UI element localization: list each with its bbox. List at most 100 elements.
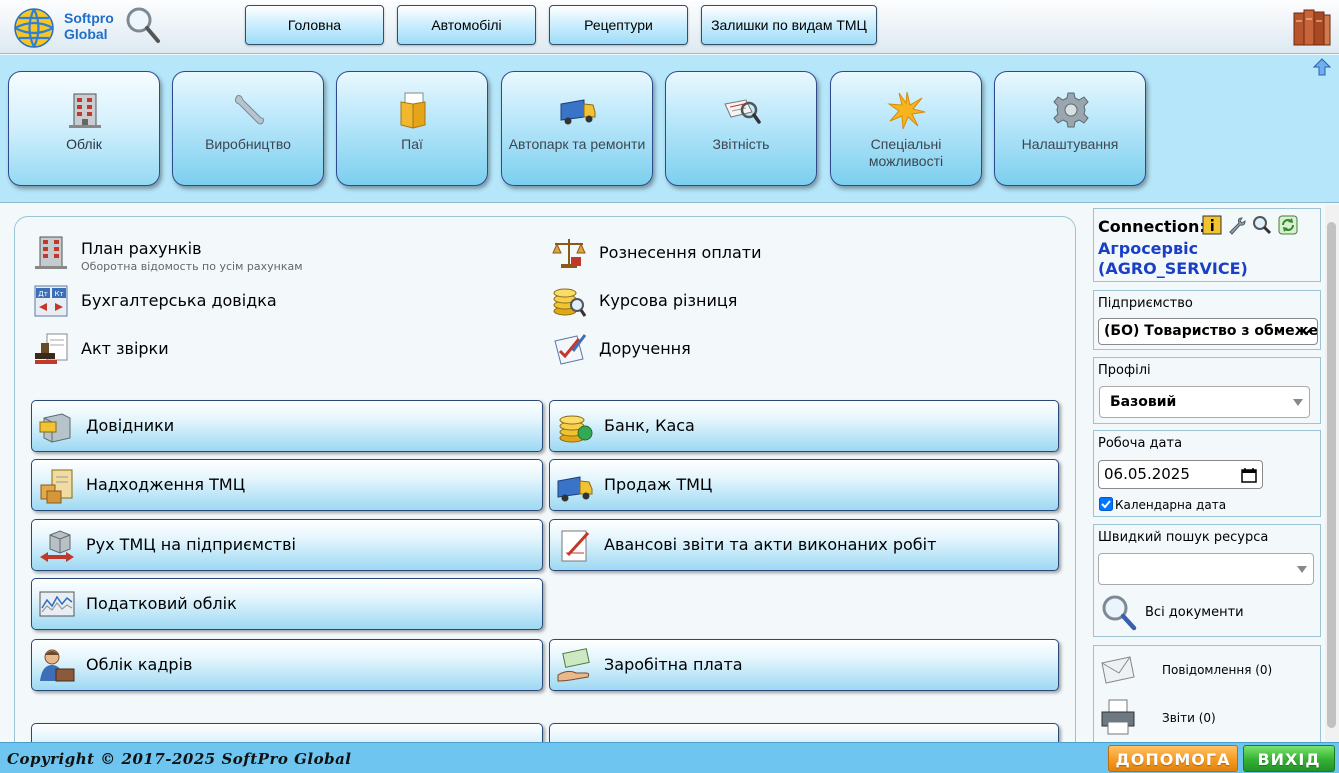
magnifier-logo-icon bbox=[126, 7, 160, 43]
link-title: Рознесення оплати bbox=[599, 243, 762, 262]
scales-icon bbox=[552, 239, 586, 268]
section-hr[interactable]: Облік кадрів bbox=[31, 639, 543, 691]
enterprise-select[interactable]: (БО) Товариство з обмеже bbox=[1098, 318, 1318, 345]
nav-cars[interactable]: Автомобілі bbox=[397, 5, 536, 45]
gear-icon bbox=[1053, 92, 1089, 128]
profile-value: Базовий bbox=[1110, 394, 1177, 410]
nav-home[interactable]: Головна bbox=[245, 5, 384, 45]
link-title: Доручення bbox=[599, 339, 691, 358]
quick-search-box: Швидкий пошук ресурса Всі документи bbox=[1093, 524, 1321, 637]
section-advance-reports[interactable]: Авансові звіти та акти виконаних робіт bbox=[549, 519, 1059, 571]
tile-special-features[interactable]: Спеціальні можливості bbox=[830, 71, 982, 186]
coins-magnifier-icon bbox=[553, 288, 587, 317]
profiles-label: Профілі bbox=[1098, 363, 1151, 378]
nav-stock-balances[interactable]: Залишки по видам ТМЦ bbox=[701, 5, 877, 45]
nav-recipes[interactable]: Рецептури bbox=[549, 5, 688, 45]
tile-label: Звітність bbox=[712, 136, 770, 152]
link-chart-of-accounts[interactable]: План рахунків Оборотна відомость по усім… bbox=[33, 233, 433, 273]
all-documents-search-icon[interactable] bbox=[1100, 593, 1138, 631]
enterprise-box: Підприємство (БО) Товариство з обмеже bbox=[1093, 290, 1321, 350]
books-icon[interactable] bbox=[1292, 7, 1332, 47]
link-power-of-attorney[interactable]: Доручення bbox=[551, 329, 951, 369]
section-tax-accounting[interactable]: Податковий облік bbox=[31, 578, 543, 630]
tile-label: Паї bbox=[401, 136, 423, 152]
calendar-date-checkbox[interactable] bbox=[1099, 497, 1113, 511]
scrollbar-thumb[interactable] bbox=[1327, 222, 1336, 728]
printer-icon[interactable] bbox=[1100, 698, 1136, 736]
work-date-box: Робоча дата 06.05.2025 Календарна дата bbox=[1093, 430, 1321, 517]
calendar-icon[interactable] bbox=[1241, 467, 1257, 483]
work-date-value: 06.05.2025 bbox=[1104, 465, 1190, 483]
help-button[interactable]: ДОПОМОГА bbox=[1108, 745, 1238, 772]
profile-select[interactable]: Базовий bbox=[1099, 386, 1310, 418]
section-goods-sales[interactable]: Продаж ТМЦ bbox=[549, 459, 1059, 511]
wrench-icon bbox=[234, 95, 265, 125]
messages-link[interactable]: Повідомлення (0) bbox=[1162, 662, 1272, 678]
link-exchange-difference[interactable]: Курсова різниця bbox=[551, 281, 951, 321]
copyright-text: Copyright © 2017-2025 SoftPro Global bbox=[7, 750, 352, 768]
top-bar: Softpro Global Головна Автомобілі Рецепт… bbox=[0, 0, 1339, 54]
link-title: Акт звірки bbox=[81, 339, 169, 358]
coins-icon bbox=[559, 415, 593, 443]
tile-fleet-repairs[interactable]: Автопарк та ремонти bbox=[501, 71, 653, 186]
tile-label: Облік bbox=[66, 136, 102, 152]
delivery-truck-icon bbox=[557, 476, 593, 502]
tile-label: Спеціальні можливості bbox=[868, 136, 944, 169]
tile-label: Налаштування bbox=[1021, 136, 1119, 152]
link-payment-allocation[interactable]: Рознесення оплати bbox=[551, 233, 951, 273]
enterprise-value: (БО) Товариство з обмеже bbox=[1104, 323, 1318, 339]
section-goods-receipt[interactable]: Надходження ТМЦ bbox=[31, 459, 543, 511]
work-date-input[interactable]: 06.05.2025 bbox=[1098, 460, 1263, 489]
section-goods-movement[interactable]: Рух ТМЦ на підприємстві bbox=[31, 519, 543, 571]
section-label: Банк, Каса bbox=[604, 416, 695, 435]
section-directories[interactable]: Довідники bbox=[31, 400, 543, 452]
footer: Copyright © 2017-2025 SoftPro Global ДОП… bbox=[0, 742, 1339, 773]
section-label: Облік кадрів bbox=[86, 655, 193, 674]
reports-link[interactable]: Звіти (0) bbox=[1162, 710, 1216, 726]
svg-text:Кт: Кт bbox=[54, 290, 63, 298]
module-ribbon: Облік Виробництво Паї Автопарк та ремонт… bbox=[0, 55, 1339, 203]
wrench-small-icon[interactable] bbox=[1227, 215, 1247, 235]
money-hand-icon bbox=[557, 648, 590, 682]
chart-monitor-icon bbox=[39, 591, 75, 617]
calendar-date-label: Календарна дата bbox=[1115, 498, 1227, 512]
section-label: Довідники bbox=[86, 416, 175, 435]
main-panel: План рахунків Оборотна відомость по усім… bbox=[14, 216, 1076, 763]
link-reconciliation-act[interactable]: Акт звірки bbox=[33, 329, 433, 369]
section-bank-cash[interactable]: Банк, Каса bbox=[549, 400, 1059, 452]
pen-document-icon bbox=[561, 530, 590, 562]
logo-line-2: Global bbox=[64, 26, 108, 42]
link-title: Бухгалтерська довідка bbox=[81, 291, 277, 310]
all-documents-link[interactable]: Всі документи bbox=[1145, 605, 1244, 621]
tile-reporting[interactable]: Звітність bbox=[665, 71, 817, 186]
cabinet-icon bbox=[39, 413, 71, 443]
notifications-box: Повідомлення (0) Звіти (0) bbox=[1093, 645, 1321, 745]
connection-name: Агросервіс (AGRO_SERVICE) bbox=[1098, 239, 1248, 278]
refresh-icon[interactable] bbox=[1278, 215, 1298, 235]
dropdown-arrow-icon bbox=[1297, 566, 1307, 573]
building-icon bbox=[69, 93, 101, 128]
search-icon[interactable] bbox=[1252, 215, 1272, 235]
tile-shares[interactable]: Паї bbox=[336, 71, 488, 186]
collapse-up-icon[interactable] bbox=[1313, 58, 1331, 76]
connection-label: Connection: bbox=[1098, 217, 1206, 236]
profiles-box: Профілі Базовий bbox=[1093, 357, 1321, 424]
tile-production[interactable]: Виробництво bbox=[172, 71, 324, 186]
tile-label: Автопарк та ремонти bbox=[508, 136, 646, 152]
report-magnifier-icon bbox=[724, 99, 761, 124]
info-icon[interactable] bbox=[1202, 215, 1222, 235]
section-label: Надходження ТМЦ bbox=[86, 475, 246, 494]
exit-button[interactable]: ВИХІД bbox=[1243, 745, 1335, 772]
globe-logo-icon bbox=[14, 8, 54, 48]
envelope-icon[interactable] bbox=[1100, 653, 1136, 687]
link-accounting-certificate[interactable]: Дт Кт Бухгалтерська довідка bbox=[33, 281, 433, 321]
tile-label: Виробництво bbox=[205, 136, 291, 152]
section-label: Рух ТМЦ на підприємстві bbox=[86, 535, 296, 554]
section-payroll[interactable]: Заробітна плата bbox=[549, 639, 1059, 691]
chevron-down-icon bbox=[1300, 328, 1312, 336]
tile-settings[interactable]: Налаштування bbox=[994, 71, 1146, 186]
tile-accounting[interactable]: Облік bbox=[8, 71, 160, 186]
quick-search-select[interactable] bbox=[1098, 553, 1314, 585]
logo-line-1: Softpro bbox=[64, 10, 114, 26]
box-arrows-icon bbox=[40, 530, 74, 562]
